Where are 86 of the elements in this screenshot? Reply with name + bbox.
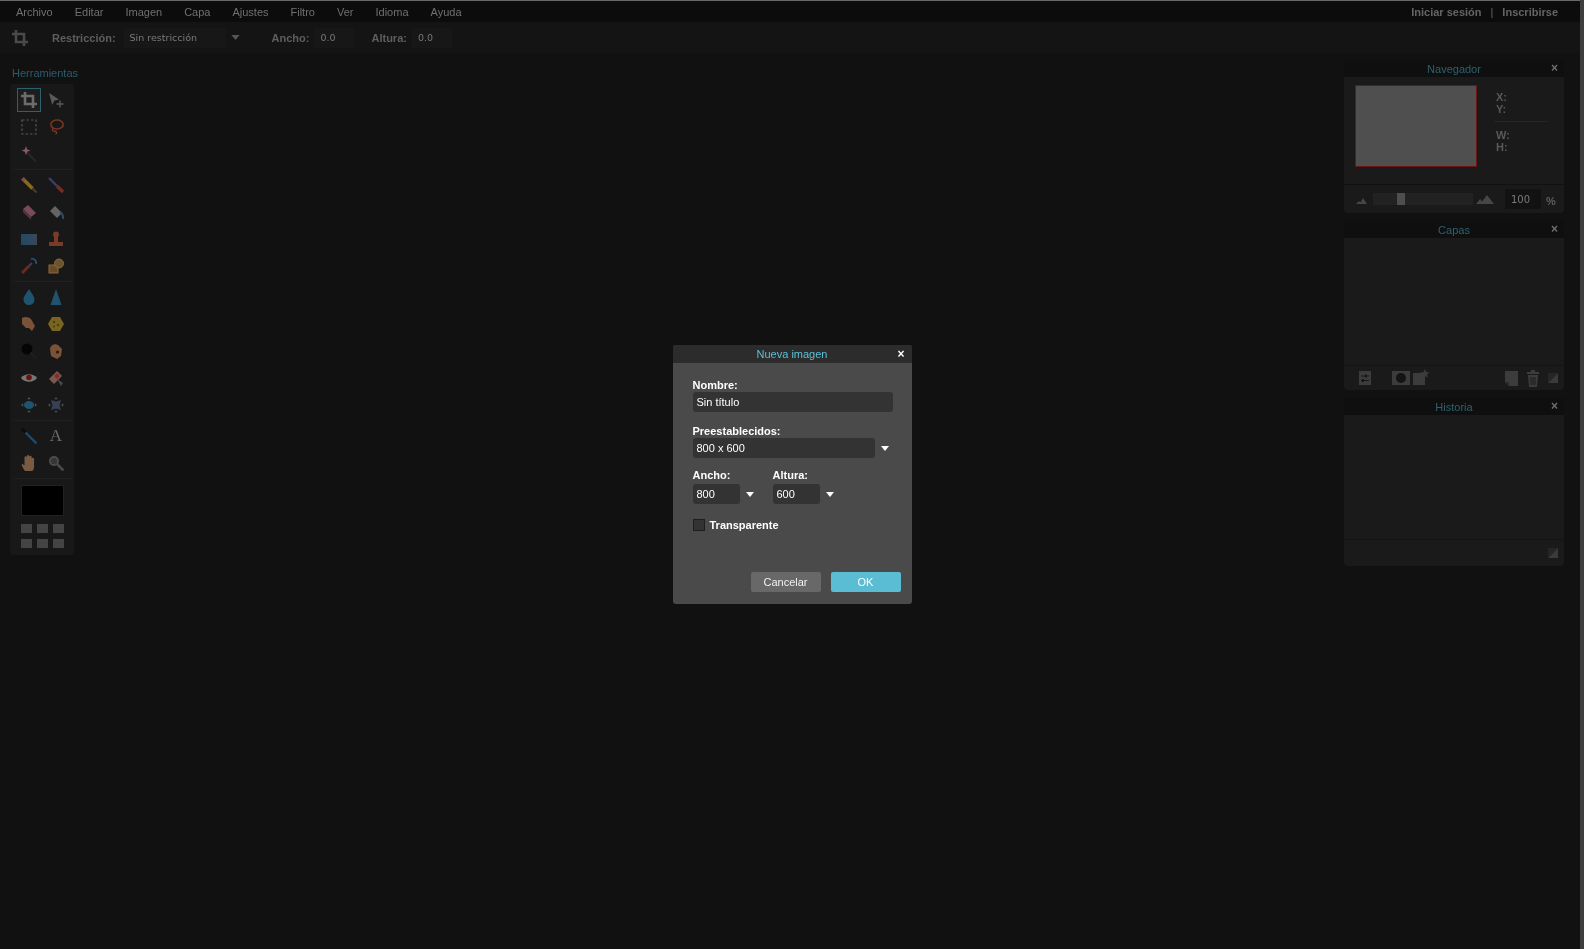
coordinate-label: X: [1496, 91, 1508, 103]
brush-icon [48, 177, 64, 193]
slider-thumb[interactable] [1396, 193, 1405, 205]
size-label: W: [1496, 129, 1511, 141]
eraser-icon [21, 204, 37, 220]
square-arrows-icon [48, 397, 64, 413]
stamp-icon [48, 231, 64, 247]
menu-item[interactable]: Filtro [279, 1, 326, 22]
pinching-hand-icon [48, 343, 64, 359]
color-swatch[interactable] [21, 485, 64, 516]
dark-lens-icon [21, 343, 37, 359]
trash-icon[interactable] [1527, 369, 1539, 387]
sponge-icon [48, 316, 64, 332]
ellipse-arrows-icon [21, 397, 37, 413]
menu-item[interactable]: Archivo [5, 1, 64, 22]
tool-button[interactable] [17, 88, 41, 112]
paint-bucket-icon [48, 204, 64, 220]
cancel-button[interactable]: Cancelar [750, 572, 821, 592]
field-label: Preestablecidos: [692, 424, 781, 438]
magic-wand-icon [21, 146, 37, 162]
menu-item[interactable]: Imagen [114, 1, 174, 22]
field-label: Nombre: [692, 378, 738, 392]
checkbox[interactable] [692, 519, 705, 531]
panel-title: Capas [1438, 223, 1470, 236]
move-arrow-icon [48, 92, 64, 108]
drop-icon [21, 289, 37, 305]
field-label: Altura: [772, 468, 808, 482]
panel-title: Navegador [1427, 62, 1481, 75]
resize-corner-icon[interactable] [1548, 373, 1558, 383]
bandage-icon [48, 370, 64, 386]
account-link[interactable]: Iniciar sesión [1411, 5, 1482, 18]
menu-item[interactable]: Idioma [364, 1, 420, 22]
magnifier-icon [48, 455, 64, 471]
hand-icon [21, 455, 37, 471]
crop-icon [12, 29, 28, 46]
sliders-icon[interactable] [1359, 371, 1371, 385]
checkbox-label: Transparente [709, 519, 779, 531]
name-field[interactable]: Sin título [692, 392, 893, 412]
small-mountain-icon[interactable] [1356, 198, 1367, 204]
ok-button[interactable]: OK [830, 572, 901, 592]
caret-icon[interactable] [880, 445, 889, 451]
percent-label: % [1546, 195, 1556, 207]
zoom-slider[interactable] [1373, 193, 1473, 205]
option-label: Altura: [371, 31, 407, 44]
resize-corner-icon[interactable] [1548, 548, 1558, 558]
gradient-icon [21, 231, 37, 247]
tool-button[interactable]: A [44, 424, 68, 448]
crop-icon [21, 92, 37, 108]
caret-icon[interactable] [825, 491, 834, 497]
width-field[interactable]: 800 [692, 484, 740, 504]
coordinate-label: Y: [1496, 103, 1508, 115]
lasso-icon [48, 119, 64, 135]
dashed-rectangle-icon [21, 119, 37, 135]
preset-dropdown[interactable]: 800 x 600 [692, 438, 875, 458]
star-image-icon[interactable] [1413, 369, 1430, 385]
pencil-icon [21, 177, 37, 193]
large-mountain-icon[interactable] [1476, 195, 1494, 204]
field-label: Ancho: [692, 468, 731, 482]
close-button[interactable]: × [1551, 223, 1558, 236]
close-button[interactable]: × [1551, 62, 1558, 75]
shapes-icon [48, 258, 64, 274]
caret-icon[interactable] [745, 491, 754, 497]
menu-item[interactable]: Ayuda [419, 1, 473, 22]
option-label: Ancho: [271, 31, 310, 44]
zoom-field[interactable]: 100 [1505, 189, 1541, 209]
circle-mask-icon[interactable] [1392, 371, 1410, 385]
canvas-preview[interactable] [1355, 85, 1477, 167]
panel-title: Herramientas [12, 66, 79, 80]
height-field[interactable]: 600 [772, 484, 820, 504]
menu-item[interactable]: Capa [173, 1, 222, 22]
dialog-title: Nueva imagen [756, 348, 828, 360]
menu-item[interactable]: Ver [325, 1, 365, 22]
eyedropper-icon [21, 428, 37, 444]
account-link[interactable]: Inscribirse [1502, 5, 1558, 18]
close-button[interactable]: × [897, 347, 905, 361]
panel-title: Historia [1435, 400, 1473, 413]
menu-item[interactable]: Editar [63, 1, 115, 22]
size-label: H: [1496, 141, 1509, 153]
cone-icon [48, 289, 64, 305]
new-page-icon[interactable] [1505, 370, 1518, 386]
link-separator: | [1490, 5, 1494, 18]
close-button[interactable]: × [1551, 400, 1558, 413]
brush-arrows-icon [21, 258, 37, 274]
menu-item[interactable]: Ajustes [221, 1, 280, 22]
pointing-hand-icon [21, 316, 37, 332]
option-label: Restricción: [52, 31, 116, 44]
